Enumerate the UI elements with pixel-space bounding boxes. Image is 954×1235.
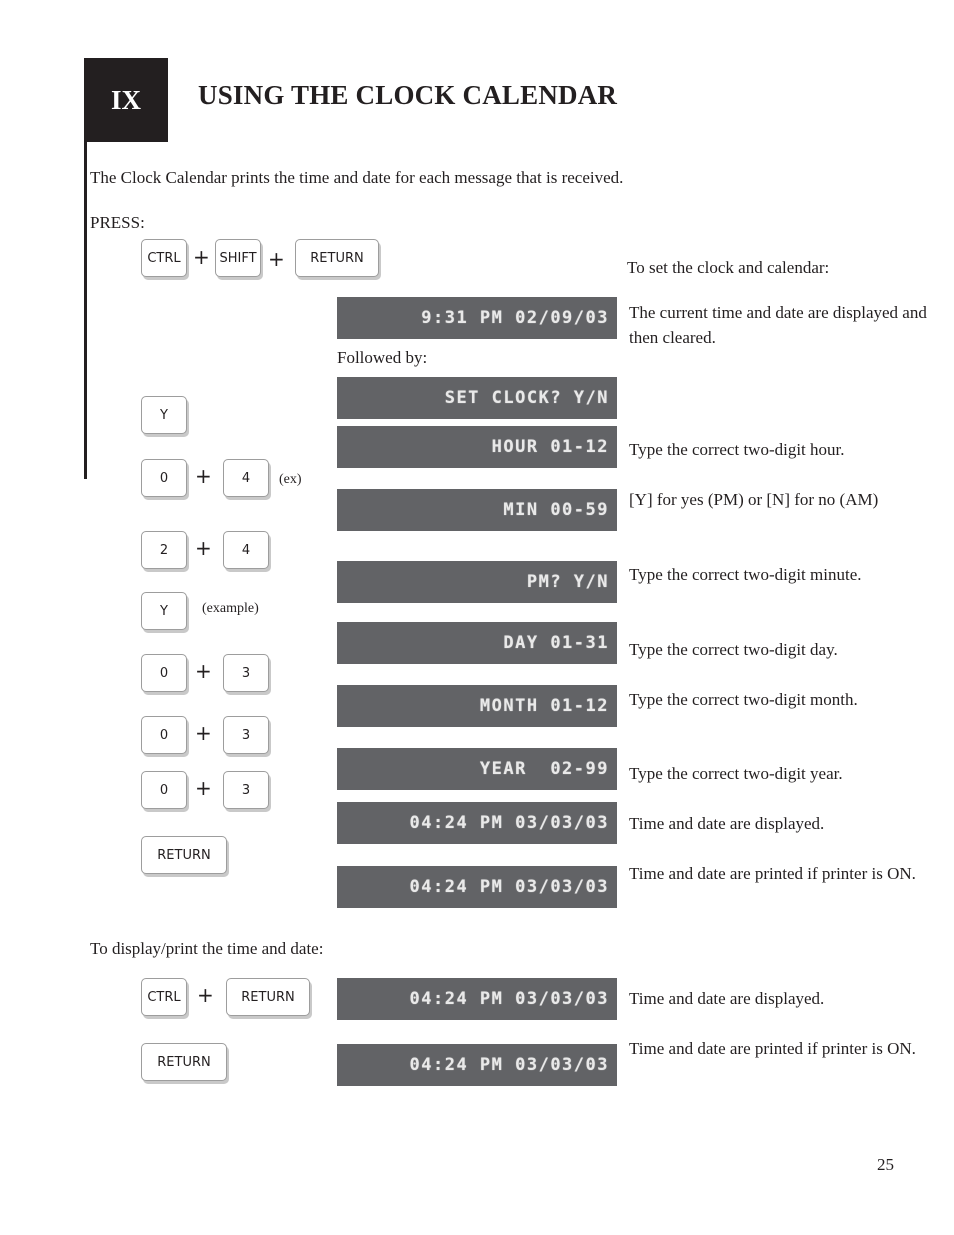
plus-sign: +: [195, 464, 212, 488]
step-description: Type the correct two-digit month.: [629, 690, 858, 709]
step-description: Type the correct two-digit hour.: [629, 440, 845, 459]
key-ctrl[interactable]: CTRL: [141, 239, 187, 277]
press-label: PRESS:: [90, 213, 145, 232]
plus-sign: +: [195, 536, 212, 560]
lcd-display: SET CLOCK? Y/N: [337, 377, 617, 419]
lcd-display: DAY 01-31: [337, 622, 617, 664]
lcd-display: 04:24 PM 03/03/03: [337, 802, 617, 844]
key-0[interactable]: 0: [141, 716, 187, 754]
lcd-display: 04:24 PM 03/03/03: [337, 866, 617, 908]
example-note: (example): [202, 601, 259, 616]
step-description: The current time and date are displayed …: [629, 303, 927, 347]
step-description: Type the correct two-digit minute.: [629, 565, 862, 584]
step-description: Time and date are displayed.: [629, 814, 825, 833]
key-3[interactable]: 3: [223, 716, 269, 754]
chapter-number: IX: [110, 84, 141, 115]
display-section-heading: To display/print the time and date:: [90, 939, 324, 958]
key-3[interactable]: 3: [223, 771, 269, 809]
key-return[interactable]: RETURN: [226, 978, 310, 1016]
key-return[interactable]: RETURN: [295, 239, 379, 277]
lcd-display: MIN 00-59: [337, 489, 617, 531]
lcd-display: 9:31 PM 02/09/03: [337, 297, 617, 339]
plus-sign: +: [193, 245, 210, 269]
step-description: [Y] for yes (PM) or [N] for no (AM): [629, 490, 879, 509]
key-ctrl[interactable]: CTRL: [141, 978, 187, 1016]
key-3[interactable]: 3: [223, 654, 269, 692]
plus-sign: +: [268, 247, 285, 271]
step-description: Type the correct two-digit year.: [629, 764, 843, 783]
key-2[interactable]: 2: [141, 531, 187, 569]
left-margin-rule: [84, 142, 87, 479]
step-description: Time and date are printed if printer is …: [629, 1039, 916, 1058]
step-description: Type the correct two-digit day.: [629, 640, 838, 659]
lcd-display: 04:24 PM 03/03/03: [337, 1044, 617, 1086]
step-description: Time and date are displayed.: [629, 989, 825, 1008]
plus-sign: +: [195, 776, 212, 800]
key-4[interactable]: 4: [223, 531, 269, 569]
plus-sign: +: [195, 659, 212, 683]
chapter-title: USING THE CLOCK CALENDAR: [198, 80, 618, 110]
plus-sign: +: [197, 983, 214, 1007]
step-description: Time and date are printed if printer is …: [629, 864, 916, 883]
followed-by-label: Followed by:: [337, 348, 428, 367]
lcd-display: PM? Y/N: [337, 561, 617, 603]
key-shift[interactable]: SHIFT: [215, 239, 261, 277]
key-return[interactable]: RETURN: [141, 1043, 227, 1081]
lcd-display: HOUR 01-12: [337, 426, 617, 468]
key-y[interactable]: Y: [141, 592, 187, 630]
set-section-heading: To set the clock and calendar:: [627, 258, 830, 277]
lcd-display: 04:24 PM 03/03/03: [337, 978, 617, 1020]
lcd-display: YEAR 02-99: [337, 748, 617, 790]
key-0[interactable]: 0: [141, 654, 187, 692]
example-note: (ex): [279, 472, 302, 487]
intro-paragraph: The Clock Calendar prints the time and d…: [90, 168, 624, 187]
chapter-number-box: IX: [84, 58, 168, 142]
key-0[interactable]: 0: [141, 771, 187, 809]
page-number: 25: [877, 1155, 894, 1174]
key-return[interactable]: RETURN: [141, 836, 227, 874]
key-0[interactable]: 0: [141, 459, 187, 497]
lcd-display: MONTH 01-12: [337, 685, 617, 727]
key-y[interactable]: Y: [141, 396, 187, 434]
key-4[interactable]: 4: [223, 459, 269, 497]
plus-sign: +: [195, 721, 212, 745]
